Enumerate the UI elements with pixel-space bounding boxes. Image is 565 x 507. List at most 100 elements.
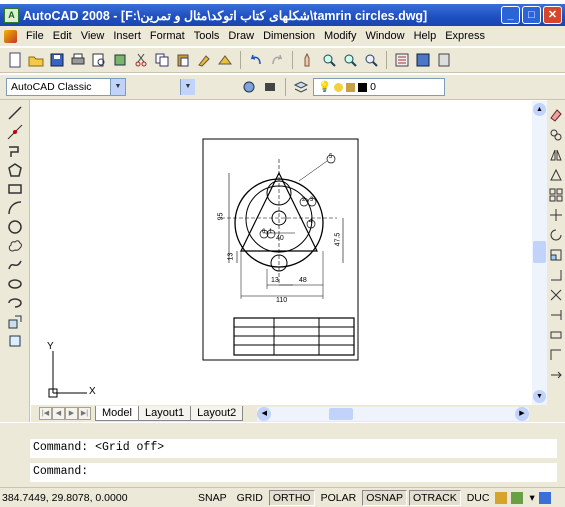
prev-tab-icon[interactable]: ◀ (52, 407, 65, 420)
plot-preview-icon[interactable] (90, 51, 108, 69)
erase-icon[interactable] (546, 106, 565, 124)
last-tab-icon[interactable]: ▶| (78, 407, 91, 420)
workspace-settings-icon[interactable] (240, 78, 258, 96)
communication-center-icon[interactable] (495, 491, 508, 504)
horizontal-scrollbar[interactable]: ◀ ▶ (257, 406, 529, 421)
drawing-area[interactable]: Y X 95 47.5 13 40 13 48 110 5 2 3 4 1 6 (31, 101, 532, 405)
menu-draw[interactable]: Draw (228, 30, 254, 42)
tab-layout2[interactable]: Layout2 (190, 406, 244, 421)
join-icon[interactable] (546, 346, 565, 364)
array-icon[interactable] (546, 186, 565, 204)
break-icon[interactable] (546, 326, 565, 344)
design-center-icon[interactable] (414, 51, 432, 69)
chevron-down-icon[interactable]: ▼ (180, 79, 195, 95)
polar-toggle[interactable]: POLAR (317, 490, 361, 506)
zoom-previous-icon[interactable] (362, 51, 380, 69)
circle-icon[interactable] (5, 218, 25, 236)
horizontal-scroll-thumb[interactable] (329, 407, 354, 420)
extend-icon[interactable] (546, 306, 565, 324)
ortho-toggle[interactable]: ORTHO (268, 489, 315, 506)
coordinates-readout[interactable]: 384.7449, 29.8078, 0.0000 (2, 492, 192, 504)
scroll-thumb[interactable] (533, 241, 546, 263)
scroll-left-icon[interactable]: ◀ (257, 406, 272, 421)
status-menu-icon[interactable]: ▾ (529, 492, 534, 504)
scroll-right-icon[interactable]: ▶ (515, 406, 529, 421)
polyline-icon[interactable] (5, 142, 25, 160)
close-button[interactable]: ✕ (543, 6, 562, 24)
snap-toggle[interactable]: SNAP (194, 490, 231, 506)
scroll-up-icon[interactable]: ▲ (533, 103, 546, 116)
block-editor-icon[interactable] (216, 51, 234, 69)
layer-unlock-icon[interactable] (346, 82, 356, 92)
menu-edit[interactable]: Edit (53, 30, 72, 42)
undo-icon[interactable] (247, 51, 265, 69)
scroll-down-icon[interactable]: ▼ (533, 390, 546, 403)
scale-icon[interactable] (546, 246, 565, 264)
menu-express[interactable]: Express (445, 30, 485, 42)
layer-on-icon[interactable]: 💡 (318, 79, 331, 95)
ellipse-arc-icon[interactable] (5, 294, 25, 312)
match-properties-icon[interactable] (195, 51, 213, 69)
minimize-button[interactable]: _ (501, 6, 520, 24)
paste-icon[interactable] (174, 51, 192, 69)
menu-dimension[interactable]: Dimension (263, 30, 315, 42)
menu-insert[interactable]: Insert (113, 30, 141, 42)
autocad-app-icon[interactable]: A (4, 7, 19, 23)
workspace-select[interactable]: AutoCAD Classic ▼ (6, 78, 126, 96)
redo-icon[interactable] (268, 51, 286, 69)
document-menu-icon[interactable] (4, 29, 17, 43)
tool-palettes-icon[interactable] (435, 51, 453, 69)
mirror-icon[interactable] (546, 146, 565, 164)
maximize-button[interactable]: □ (522, 6, 541, 24)
menu-tools[interactable]: Tools (194, 30, 220, 42)
clean-screen-icon[interactable] (538, 491, 551, 504)
stretch-icon[interactable] (546, 266, 565, 284)
trim-icon[interactable] (546, 286, 565, 304)
save-icon[interactable] (48, 51, 66, 69)
menu-file[interactable]: File (26, 30, 44, 42)
zoom-realtime-icon[interactable] (320, 51, 338, 69)
polygon-icon[interactable] (5, 161, 25, 179)
menu-modify[interactable]: Modify (324, 30, 356, 42)
layer-properties-icon[interactable] (292, 78, 310, 96)
move-icon[interactable] (546, 206, 565, 224)
rectangle-icon[interactable] (5, 180, 25, 198)
line-icon[interactable] (5, 104, 25, 122)
vertical-scrollbar[interactable]: ▲ ▼ (532, 101, 547, 405)
ducs-toggle[interactable]: DUC (463, 490, 494, 506)
revision-cloud-icon[interactable] (5, 237, 25, 255)
cut-icon[interactable] (132, 51, 150, 69)
construction-line-icon[interactable] (5, 123, 25, 141)
offset-icon[interactable] (546, 166, 565, 184)
menu-help[interactable]: Help (414, 30, 437, 42)
copy-icon[interactable] (153, 51, 171, 69)
first-tab-icon[interactable]: |◀ (39, 407, 52, 420)
publish-icon[interactable] (111, 51, 129, 69)
rotate-icon[interactable] (546, 226, 565, 244)
plot-icon[interactable] (69, 51, 87, 69)
insert-block-icon[interactable] (5, 313, 25, 331)
zoom-window-icon[interactable] (341, 51, 359, 69)
make-block-icon[interactable] (5, 332, 25, 350)
new-file-icon[interactable] (6, 51, 24, 69)
properties-icon[interactable] (393, 51, 411, 69)
osnap-toggle[interactable]: OSNAP (362, 489, 407, 506)
toolbar-lock-icon[interactable] (511, 491, 524, 504)
command-input[interactable]: Command: (30, 463, 557, 482)
chevron-down-icon[interactable]: ▼ (110, 79, 125, 95)
pan-realtime-icon[interactable] (299, 51, 317, 69)
tab-model[interactable]: Model (95, 406, 139, 421)
otrack-toggle[interactable]: OTRACK (408, 489, 461, 506)
menu-window[interactable]: Window (365, 30, 404, 42)
grid-toggle[interactable]: GRID (233, 490, 267, 506)
arc-icon[interactable] (5, 199, 25, 217)
chamfer-icon[interactable] (546, 366, 565, 384)
layer-select[interactable]: 💡 0 (313, 78, 445, 96)
spline-icon[interactable] (5, 256, 25, 274)
next-tab-icon[interactable]: ▶ (65, 407, 78, 420)
tab-layout1[interactable]: Layout1 (137, 406, 192, 421)
menu-view[interactable]: View (81, 30, 105, 42)
layer-thaw-icon[interactable] (334, 82, 344, 92)
copy-object-icon[interactable] (546, 126, 565, 144)
ellipse-icon[interactable] (5, 275, 25, 293)
